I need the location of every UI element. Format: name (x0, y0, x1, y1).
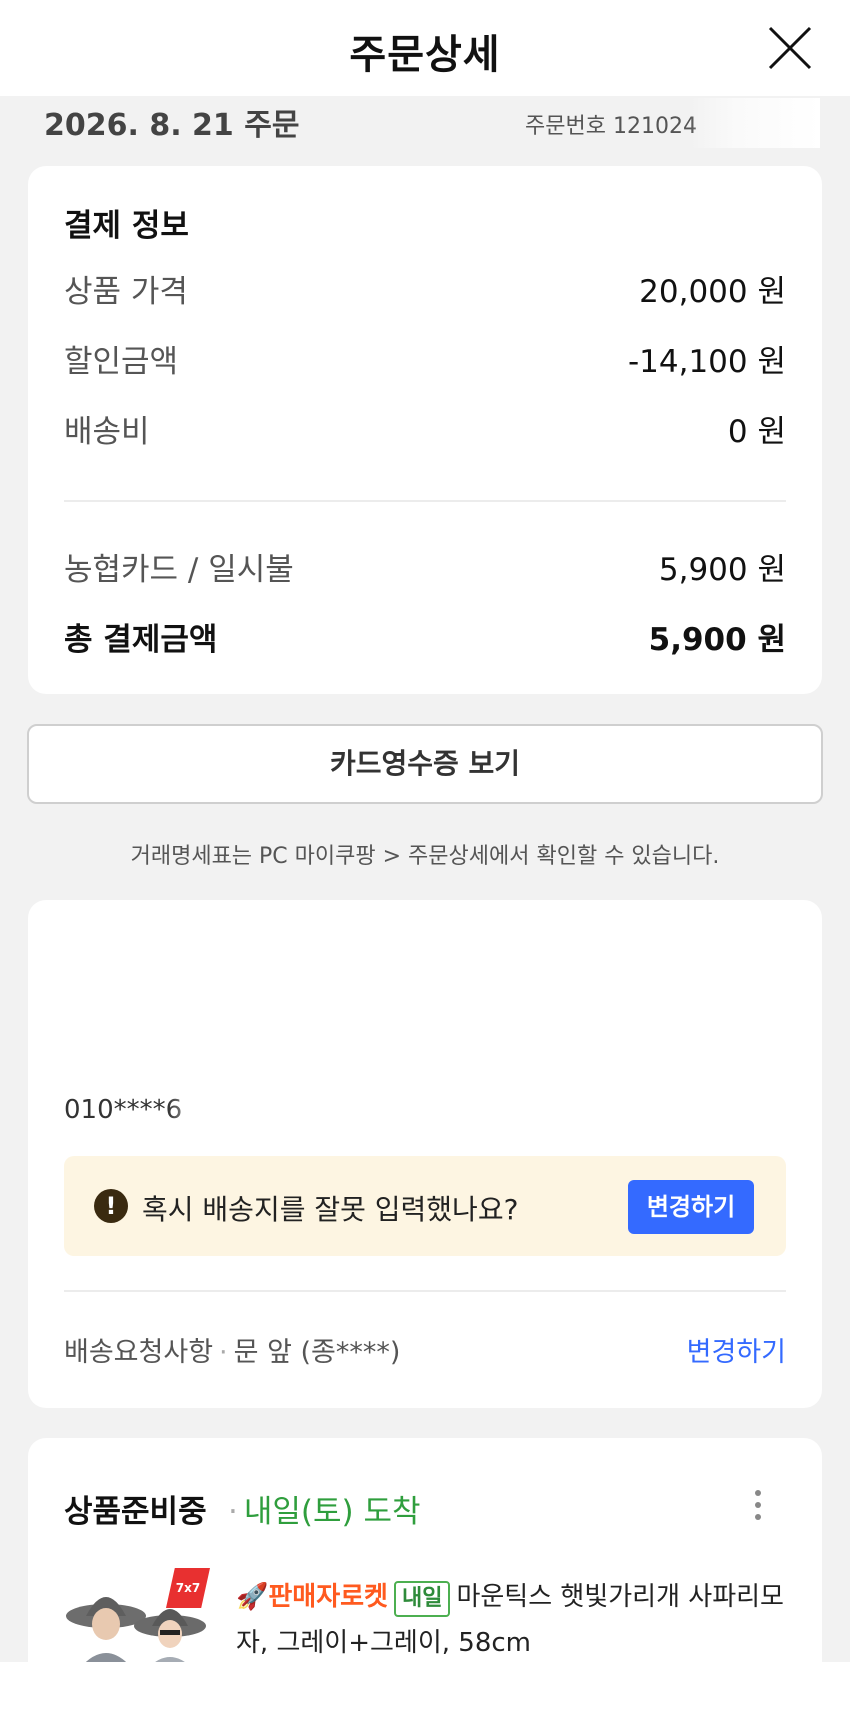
payment-method-row: 농협카드 / 일시불 5,900 원 (64, 544, 786, 589)
discount-label: 할인금액 (64, 344, 179, 380)
seller-rocket-tag: 판매자로켓 (268, 1582, 388, 1612)
phone-redaction (168, 1090, 228, 1130)
warning-text: 혹시 배송지를 잘못 입력했나요? (142, 1193, 519, 1226)
shipping-fee-label: 배송비 (64, 414, 150, 450)
bottom-area (0, 1662, 850, 1735)
discount-row: 할인금액 -14,100 원 (64, 336, 786, 381)
warning-icon: ! (94, 1189, 128, 1223)
recipient-phone: 010****6 (64, 1095, 183, 1125)
discount-value: -14,100 원 (627, 344, 786, 380)
top-bar: 주문상세 (0, 0, 850, 96)
statement-note: 거래명세표는 PC 마이쿠팡 > 주문상세에서 확인할 수 있습니다. (130, 844, 720, 869)
close-icon[interactable] (766, 24, 814, 72)
order-number: 주문번호 121024 (525, 114, 697, 139)
price-value: 20,000 원 (639, 274, 786, 310)
address-warning: ! 혹시 배송지를 잘못 입력했나요? 변경하기 (64, 1156, 786, 1256)
order-number-redaction (690, 98, 820, 148)
price-row: 상품 가격 20,000 원 (64, 266, 786, 311)
total-value: 5,900 원 (648, 622, 786, 658)
delivery-request: 배송요청사항 · 문 앞 (종****) (64, 1330, 400, 1369)
price-label: 상품 가격 (64, 274, 188, 310)
arrival-info: · 내일(토) 도착 (228, 1486, 421, 1531)
payment-info-card: 결제 정보 상품 가격 20,000 원 할인금액 -14,100 원 배송비 … (28, 166, 822, 694)
delivery-card: 010****6 ! 혹시 배송지를 잘못 입력했나요? 변경하기 배송요청사항… (28, 900, 822, 1408)
product-title[interactable]: 🚀판매자로켓 내일 마운틱스 햇빛가리개 사파리모자, 그레이+그레이, 58cm (236, 1574, 796, 1666)
payment-method-label: 농협카드 / 일시불 (64, 552, 294, 588)
delivery-request-label: 배송요청사항 (64, 1337, 214, 1368)
rocket-icon: 🚀 (236, 1582, 269, 1612)
divider (64, 500, 786, 502)
divider (64, 1290, 786, 1292)
product-thumbnail[interactable]: 7x7 (64, 1568, 214, 1668)
shipping-fee-value: 0 원 (727, 414, 786, 450)
order-date: 2026. 8. 21 주문 (44, 108, 300, 143)
delivery-request-value: 문 앞 (종****) (233, 1337, 401, 1368)
separator-dot: · (228, 1494, 238, 1530)
separator-dot: · (219, 1337, 228, 1368)
payment-method-value: 5,900 원 (658, 552, 786, 588)
change-request-link[interactable]: 변경하기 (687, 1330, 786, 1369)
payment-info-title: 결제 정보 (64, 208, 189, 244)
product-status: 상품준비중 (64, 1494, 207, 1530)
page-title: 주문상세 (349, 32, 501, 78)
total-label: 총 결제금액 (64, 622, 218, 658)
total-row: 총 결제금액 5,900 원 (64, 614, 786, 659)
card-receipt-button[interactable]: 카드영수증 보기 (27, 724, 823, 804)
arrival-text: 내일(토) 도착 (243, 1494, 421, 1530)
shipping-fee-row: 배송비 0 원 (64, 406, 786, 451)
delivery-tag: 내일 (393, 1581, 451, 1617)
more-options-icon[interactable] (748, 1486, 768, 1526)
change-address-button[interactable]: 변경하기 (628, 1180, 754, 1234)
